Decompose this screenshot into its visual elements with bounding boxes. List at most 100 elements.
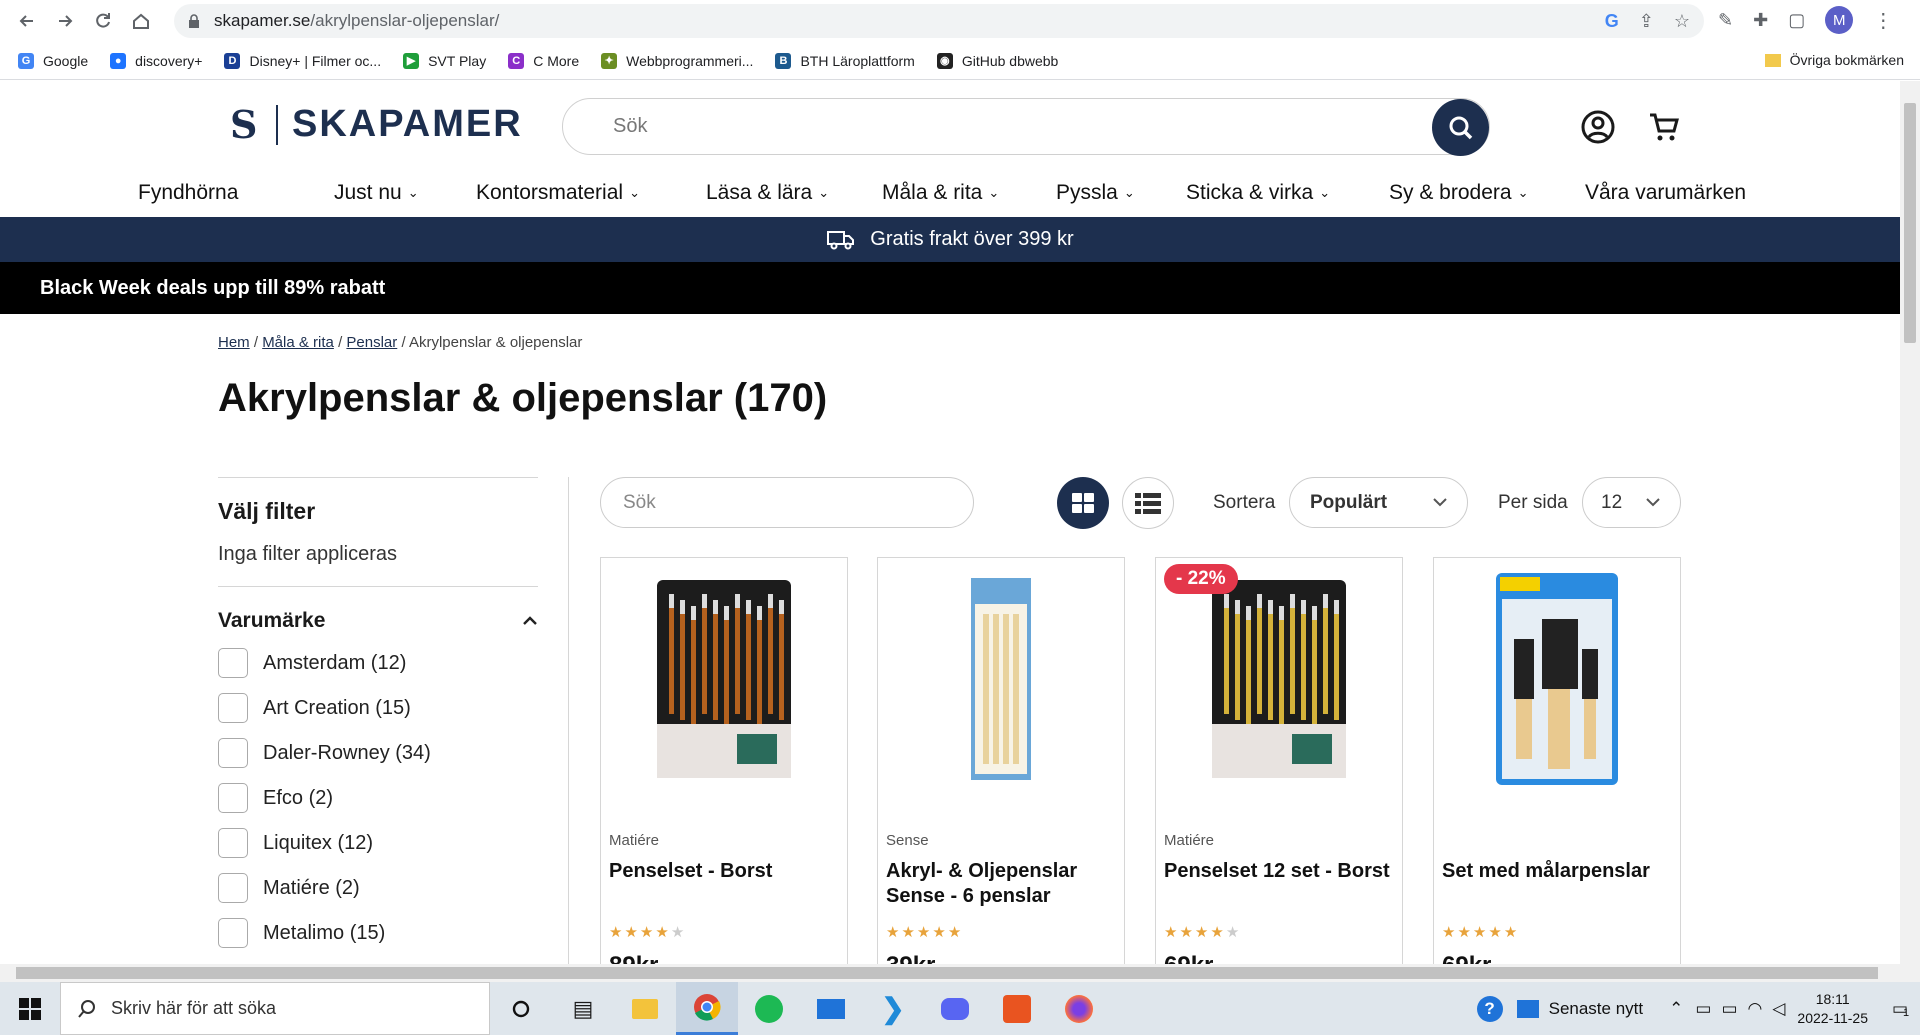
nav-item-label: Kontorsmaterial: [476, 181, 624, 204]
product-name[interactable]: Penselset - Borst: [609, 859, 841, 884]
task-view-icon[interactable]: ▤: [552, 982, 614, 1035]
product-card[interactable]: - 22% Matiére Penselset 12 set - Borst ★★★★…: [1155, 557, 1403, 964]
site-search-input[interactable]: Sök: [562, 98, 1490, 156]
vscode-icon[interactable]: ❯: [862, 982, 924, 1035]
sort-select[interactable]: Populärt: [1289, 477, 1468, 528]
home-icon[interactable]: [122, 2, 160, 40]
product-name[interactable]: Akryl- & Oljepenslar Sense - 6 penslar: [886, 859, 1118, 909]
help-icon[interactable]: ?: [1476, 995, 1503, 1022]
nav-item[interactable]: Sticka & virka ⌄: [1186, 181, 1330, 205]
ubuntu-icon[interactable]: [986, 982, 1048, 1035]
system-clock[interactable]: 18:11 2022-11-25: [1797, 990, 1868, 1028]
other-bookmarks[interactable]: Övriga bokmärken: [1764, 52, 1904, 68]
brand-checkbox[interactable]: [218, 873, 248, 903]
product-image[interactable]: [1444, 566, 1670, 792]
cortana-icon[interactable]: [490, 982, 552, 1035]
bookmark-item[interactable]: B BTH Läroplattform: [775, 52, 915, 69]
brand-filter-toggle[interactable]: Varumärke: [218, 609, 538, 633]
grid-view-button[interactable]: [1057, 477, 1109, 529]
brand-checkbox[interactable]: [218, 828, 248, 858]
brand-filter-option[interactable]: Amsterdam (12): [218, 648, 538, 678]
nav-item[interactable]: Fyndhörna: [138, 181, 244, 205]
brand-filter-option[interactable]: Daler-Rowney (34): [218, 738, 538, 768]
brand-checkbox[interactable]: [218, 918, 248, 948]
scroll-thumb[interactable]: [1904, 103, 1916, 343]
list-view-button[interactable]: [1122, 477, 1174, 529]
product-card[interactable]: Set med målarpenslar★★★★★69kr: [1433, 557, 1681, 964]
brand-filter-option[interactable]: Art Creation (15): [218, 693, 538, 723]
volume-icon[interactable]: ◁: [1772, 999, 1785, 1019]
breadcrumb-home[interactable]: Hem: [218, 334, 250, 351]
product-name[interactable]: Penselset 12 set - Borst: [1164, 859, 1396, 884]
brand-filter-option[interactable]: Efco (2): [218, 783, 538, 813]
product-name[interactable]: Set med målarpenslar: [1442, 859, 1674, 884]
profile-avatar[interactable]: M: [1825, 6, 1854, 34]
device-icon[interactable]: ▭: [1695, 999, 1711, 1019]
brand-checkbox[interactable]: [218, 648, 248, 678]
nav-item[interactable]: Sy & brodera ⌄: [1389, 181, 1528, 205]
news-icon[interactable]: [1516, 999, 1539, 1018]
product-card[interactable]: MatiérePenselset - Borst★★★★★89kr: [600, 557, 848, 964]
product-search-input[interactable]: Sök: [600, 477, 974, 528]
breadcrumb-penslar[interactable]: Penslar: [346, 334, 397, 351]
brand-checkbox[interactable]: [218, 693, 248, 723]
bookmark-item[interactable]: D Disney+ | Filmer oc...: [224, 52, 381, 69]
star-bookmark-icon[interactable]: ☆: [1674, 11, 1690, 32]
product-image[interactable]: [611, 566, 837, 792]
site-logo[interactable]: S SKAPAMER: [230, 103, 523, 146]
bookmark-item[interactable]: C C More: [508, 52, 579, 69]
mail-icon[interactable]: [800, 982, 862, 1035]
puzzle-icon[interactable]: ✚: [1753, 10, 1768, 31]
bookmark-item[interactable]: ◉ GitHub dbwebb: [936, 52, 1058, 69]
start-button[interactable]: [0, 982, 60, 1035]
brand-checkbox[interactable]: [218, 738, 248, 768]
reload-icon[interactable]: [84, 2, 122, 40]
brand-filter-option[interactable]: Metalimo (15): [218, 918, 538, 948]
promo-banner[interactable]: Black Week deals upp till 89% rabatt: [0, 262, 1900, 314]
address-bar[interactable]: skapamer.se/akrylpenslar-oljepenslar/ G …: [174, 4, 1704, 38]
sidepanel-icon[interactable]: ▢: [1788, 10, 1805, 31]
google-icon[interactable]: G: [1605, 11, 1619, 32]
extension-tool-icon[interactable]: ✎: [1718, 10, 1733, 31]
notification-icon[interactable]: ▭ 1: [1880, 999, 1920, 1019]
back-icon[interactable]: [8, 2, 46, 40]
nav-item[interactable]: Läsa & lära ⌄: [706, 181, 829, 205]
brand-checkbox[interactable]: [218, 783, 248, 813]
battery-icon[interactable]: ▭: [1721, 999, 1737, 1019]
bookmark-item[interactable]: ▶ SVT Play: [403, 52, 486, 69]
nav-item[interactable]: Kontorsmaterial ⌄: [476, 181, 640, 205]
news-label[interactable]: Senaste nytt: [1549, 999, 1644, 1019]
product-image[interactable]: [1166, 566, 1392, 792]
wifi-icon[interactable]: ◠: [1748, 999, 1763, 1019]
nav-item[interactable]: Våra varumärken: [1585, 181, 1752, 205]
spotify-icon[interactable]: [738, 982, 800, 1035]
brand-filter-option[interactable]: Liquitex (12): [218, 828, 538, 858]
per-page-select[interactable]: 12: [1582, 477, 1681, 528]
nav-item[interactable]: Just nu ⌄: [334, 181, 419, 205]
nav-item[interactable]: Pyssla ⌄: [1056, 181, 1135, 205]
bookmark-item[interactable]: G Google: [18, 52, 88, 69]
firefox-icon[interactable]: [1048, 982, 1110, 1035]
chrome-icon[interactable]: [676, 982, 738, 1035]
bookmark-item[interactable]: ✦ Webbprogrammeri...: [601, 52, 753, 69]
scroll-thumb[interactable]: [16, 967, 1878, 979]
horizontal-scrollbar[interactable]: [0, 964, 1920, 982]
share-icon[interactable]: ⇪: [1639, 11, 1654, 32]
file-explorer-icon[interactable]: [614, 982, 676, 1035]
bookmark-item[interactable]: ● discovery+: [110, 52, 202, 69]
breadcrumb-mala-rita[interactable]: Måla & rita: [262, 334, 334, 351]
tray-chevron-icon[interactable]: ⌃: [1669, 999, 1683, 1019]
nav-item[interactable]: Måla & rita ⌄: [882, 181, 999, 205]
star-icon: ★: [916, 924, 933, 941]
vertical-scrollbar[interactable]: [1900, 81, 1920, 964]
taskbar-search-input[interactable]: Skriv här för att söka: [60, 982, 490, 1035]
brand-filter-option[interactable]: Matiére (2): [218, 873, 538, 903]
forward-icon[interactable]: [46, 2, 84, 40]
product-card[interactable]: Sense Akryl- & Oljepenslar Sense - 6 pens…: [877, 557, 1125, 964]
cart-icon[interactable]: [1646, 109, 1682, 145]
search-button[interactable]: [1432, 99, 1489, 156]
account-icon[interactable]: [1580, 109, 1616, 145]
discord-icon[interactable]: [924, 982, 986, 1035]
product-image[interactable]: [888, 566, 1114, 792]
menu-dots-icon[interactable]: ⋮: [1873, 8, 1893, 33]
